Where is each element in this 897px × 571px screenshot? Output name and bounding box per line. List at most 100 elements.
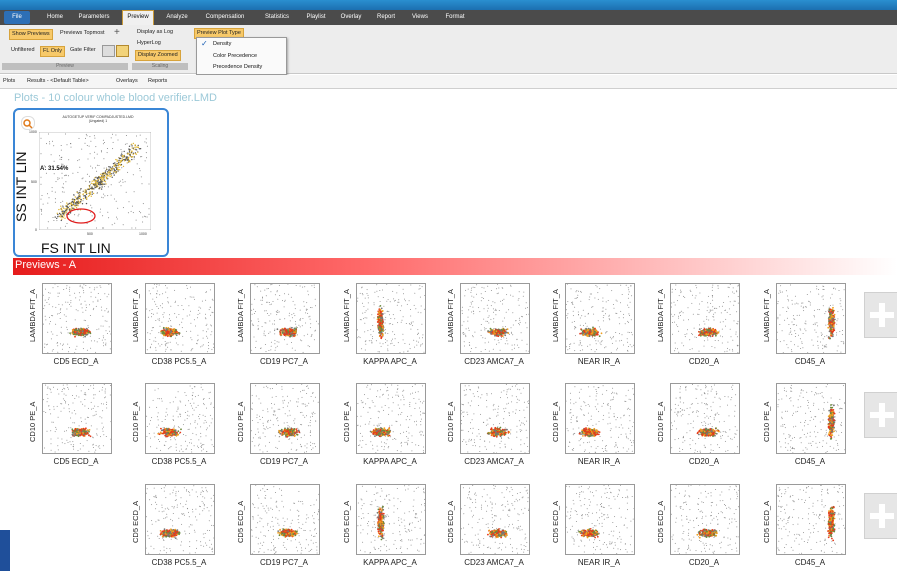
- scatter-plot-thumbnail[interactable]: AUTOGETUP VERIF COMPADJUSTED.LMD (Ungated…: [13, 108, 169, 257]
- menu-bar: File Home Parameters Preview Analyze Com…: [0, 10, 897, 25]
- tab-results[interactable]: Results - <Default Table>: [27, 77, 89, 86]
- preview-ylabel: LAMBDA FIT_A: [551, 289, 560, 342]
- tab-reports[interactable]: Reports: [148, 77, 167, 86]
- gate-filter-button[interactable]: Gate Filter: [68, 46, 98, 55]
- ribbon: Show Previews Previews Topmost + Unfilte…: [0, 25, 897, 74]
- density-plot: [461, 283, 530, 353]
- preview-plot[interactable]: [565, 383, 635, 454]
- previews-topmost-button[interactable]: Previews Topmost: [58, 29, 107, 38]
- gate-icon[interactable]: [102, 45, 115, 57]
- tab-playlist[interactable]: Playlist: [300, 11, 332, 24]
- fl-only-button[interactable]: FL Only: [40, 46, 66, 57]
- preview-plot[interactable]: [250, 283, 320, 354]
- tab-file[interactable]: File: [4, 11, 30, 24]
- density-plot: [777, 484, 846, 555]
- tab-views[interactable]: Views: [406, 11, 434, 24]
- panel-tabs: Plots Results - <Default Table> Overlays…: [0, 75, 897, 89]
- density-plot: [460, 383, 530, 454]
- preview-ylabel: CD10 PE_A: [342, 401, 351, 442]
- density-plot: [42, 383, 112, 453]
- preview-ylabel: CD5 ECD_A: [656, 500, 665, 543]
- density-plot: [460, 484, 530, 555]
- preview-ylabel: CD10 PE_A: [551, 401, 560, 442]
- hyperlog-button[interactable]: HyperLog: [135, 39, 163, 48]
- title-bar: [0, 0, 897, 10]
- preview-plot[interactable]: [670, 283, 740, 354]
- tab-preview[interactable]: Preview: [122, 10, 154, 25]
- preview-xlabel: CD45_A: [794, 457, 826, 466]
- y-tick-mid: 500: [31, 180, 37, 184]
- preview-plot[interactable]: [145, 484, 215, 555]
- preview-ylabel: LAMBDA FIT_A: [236, 289, 245, 342]
- preview-ylabel: CD5 ECD_A: [131, 500, 140, 543]
- preview-plot[interactable]: [145, 383, 215, 454]
- preview-plot[interactable]: [565, 484, 635, 555]
- preview-plot[interactable]: [460, 484, 530, 555]
- density-plot: [356, 283, 426, 353]
- preview-xlabel: KAPPA APC_A: [363, 357, 417, 366]
- preview-ylabel: CD5 ECD_A: [551, 500, 560, 543]
- preview-ylabel: CD10 PE_A: [762, 401, 771, 442]
- dropdown-item-color-precedence[interactable]: Color Precedence: [213, 52, 257, 61]
- preview-plot[interactable]: [460, 383, 530, 454]
- tab-compensation[interactable]: Compensation: [200, 11, 250, 24]
- tab-parameters[interactable]: Parameters: [74, 11, 114, 24]
- preview-ylabel: CD10 PE_A: [28, 401, 37, 442]
- add-plot-button[interactable]: [864, 292, 897, 338]
- tab-statistics[interactable]: Statistics: [258, 11, 296, 24]
- filter-icon[interactable]: [116, 45, 129, 57]
- preview-ylabel: LAMBDA FIT_A: [446, 289, 455, 342]
- preview-plot[interactable]: [42, 383, 112, 454]
- preview-ylabel: CD5 ECD_A: [342, 500, 351, 543]
- tab-format[interactable]: Format: [438, 11, 472, 24]
- preview-xlabel: CD19 PC7_A: [259, 357, 309, 366]
- preview-plot[interactable]: [356, 484, 426, 555]
- tab-report[interactable]: Report: [372, 11, 400, 24]
- thumb-header: AUTOGETUP VERIF COMPADJUSTED.LMD (Ungated…: [62, 115, 134, 123]
- preview-xlabel: NEAR IR_A: [577, 558, 621, 567]
- preview-plot[interactable]: [565, 283, 635, 354]
- preview-plot[interactable]: [670, 484, 740, 555]
- x-tick-mid: 500: [87, 232, 93, 236]
- preview-ylabel: LAMBDA FIT_A: [762, 289, 771, 342]
- thumb-xlabel: FS INT LIN: [41, 240, 111, 256]
- tab-overlays[interactable]: Overlays: [116, 77, 138, 86]
- tab-analyze[interactable]: Analyze: [160, 11, 194, 24]
- tab-overlay[interactable]: Overlay: [336, 11, 366, 24]
- density-plot: [356, 384, 425, 454]
- check-icon: ✓: [201, 39, 208, 48]
- display-zoomed-button[interactable]: Display Zoomed: [135, 50, 181, 61]
- preview-plot[interactable]: [356, 383, 426, 454]
- tab-home[interactable]: Home: [40, 11, 70, 24]
- preview-plot[interactable]: [145, 283, 215, 354]
- add-plot-button[interactable]: [864, 493, 897, 539]
- preview-plot[interactable]: [776, 283, 846, 354]
- display-as-log-button[interactable]: Display as Log: [135, 28, 175, 37]
- density-plot: [565, 385, 635, 454]
- tab-plots[interactable]: Plots: [3, 77, 15, 86]
- preview-plot[interactable]: [460, 283, 530, 354]
- preview-plot[interactable]: [776, 383, 846, 454]
- preview-plot[interactable]: [42, 283, 112, 354]
- density-plot: [42, 283, 112, 354]
- dropdown-item-density[interactable]: Density: [213, 40, 231, 49]
- add-plot-button[interactable]: [864, 392, 897, 438]
- preview-xlabel: CD20_A: [688, 357, 720, 366]
- density-plot: [670, 283, 739, 353]
- show-previews-button[interactable]: Show Previews: [9, 29, 53, 40]
- preview-plot[interactable]: [356, 283, 426, 354]
- preview-plot[interactable]: [776, 484, 846, 555]
- pin-icon[interactable]: +: [114, 27, 120, 38]
- density-plot: [250, 383, 319, 454]
- preview-plot[interactable]: [670, 383, 740, 454]
- preview-ylabel: CD5 ECD_A: [762, 500, 771, 543]
- zoom-icon[interactable]: [21, 116, 35, 130]
- density-plot: [565, 283, 635, 354]
- dropdown-item-precedence-density[interactable]: Precedence Density: [213, 63, 262, 72]
- unfiltered-button[interactable]: Unfiltered: [9, 46, 37, 55]
- preview-plot[interactable]: [250, 383, 320, 454]
- density-plot: [670, 383, 738, 454]
- density-plot: [146, 283, 215, 353]
- preview-xlabel: CD20_A: [688, 558, 720, 567]
- preview-plot[interactable]: [250, 484, 320, 555]
